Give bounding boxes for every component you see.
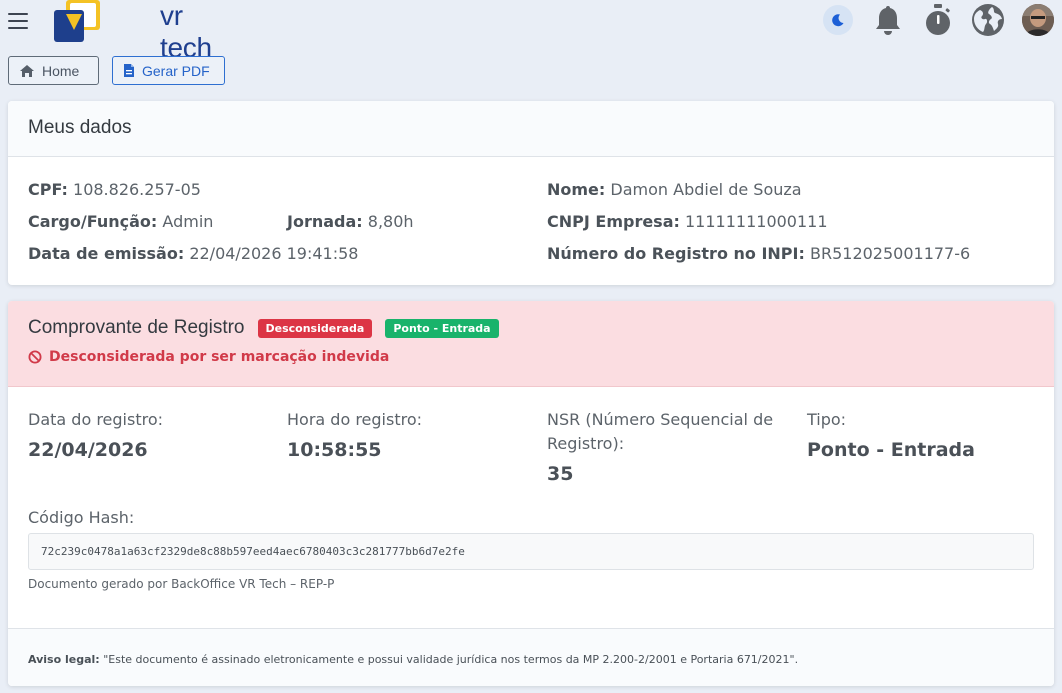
hora-registro-value: 10:58:55: [287, 439, 382, 461]
legal-notice: Aviso legal: "Este documento é assinado …: [8, 628, 1054, 686]
jornada-value: 8,80h: [367, 212, 414, 231]
cnpj-value: 11111111000111: [685, 212, 828, 231]
warning-text: Desconsiderada por ser marcação indevida: [49, 349, 390, 365]
data-registro-label: Data do registro:: [28, 410, 164, 429]
nome-value: Damon Abdiel de Souza: [610, 180, 802, 199]
inpi-field: Número do Registro no INPI: BR5120250011…: [547, 244, 970, 263]
top-bar: vr tech: [0, 0, 1062, 63]
hash-field[interactable]: 72c239c0478a1a63cf2329de8c88b597eed4aec6…: [28, 533, 1034, 570]
stopwatch-icon: [926, 4, 950, 35]
generate-pdf-button[interactable]: Gerar PDF: [112, 56, 225, 85]
aviso-label: Aviso legal:: [28, 653, 100, 666]
cnpj-label: CNPJ Empresa:: [547, 212, 680, 231]
emissao-label: Data de emissão:: [28, 244, 185, 263]
hash-label: Código Hash:: [28, 508, 135, 527]
home-icon: [20, 64, 34, 77]
cpf-field: CPF: 108.826.257-05: [28, 180, 201, 199]
nsr-value: 35: [547, 463, 574, 485]
meus-dados-header: Meus dados: [8, 101, 1054, 157]
comprovante-header: Comprovante de Registro Desconsiderada P…: [8, 301, 1054, 387]
generate-pdf-label: Gerar PDF: [142, 62, 210, 79]
moon-icon: [832, 14, 844, 27]
logo-text: vr tech: [160, 0, 212, 63]
nome-label: Nome:: [547, 180, 606, 199]
nome-field: Nome: Damon Abdiel de Souza: [547, 180, 802, 199]
user-menu[interactable]: [1020, 2, 1056, 38]
cpf-value: 108.826.257-05: [73, 180, 201, 199]
cargo-field: Cargo/Função: Admin: [28, 212, 213, 231]
language-button[interactable]: [970, 2, 1006, 38]
menu-icon[interactable]: [8, 13, 28, 29]
comprovante-card: Comprovante de Registro Desconsiderada P…: [8, 301, 1054, 686]
warning-message: Desconsiderada por ser marcação indevida: [28, 349, 1034, 365]
cargo-label: Cargo/Função:: [28, 212, 158, 231]
aviso-text: "Este documento é assinado eletronicamen…: [103, 653, 799, 666]
generated-by-text: Documento gerado por BackOffice VR Tech …: [28, 577, 335, 591]
jornada-field: Jornada: 8,80h: [287, 212, 414, 231]
tipo-label: Tipo:: [807, 410, 847, 429]
notifications-button[interactable]: [870, 2, 906, 38]
theme-toggle[interactable]: [820, 2, 856, 38]
logo-icon: [54, 0, 100, 42]
jornada-label: Jornada:: [287, 212, 363, 231]
cpf-label: CPF:: [28, 180, 68, 199]
emissao-field: Data de emissão: 22/04/2026 19:41:58: [28, 244, 358, 263]
emissao-value: 22/04/2026 19:41:58: [189, 244, 359, 263]
home-button[interactable]: Home: [8, 56, 99, 85]
inpi-label: Número do Registro no INPI:: [547, 244, 805, 263]
avatar: [1022, 4, 1054, 36]
meus-dados-title: Meus dados: [28, 117, 132, 138]
comprovante-title: Comprovante de Registro: [28, 317, 245, 338]
tipo-value: Ponto - Entrada: [807, 439, 975, 461]
home-button-label: Home: [42, 62, 80, 79]
tipo-badge: Ponto - Entrada: [385, 318, 499, 338]
data-registro-value: 22/04/2026: [28, 439, 148, 461]
nsr-label-line2: Registro):: [547, 434, 625, 453]
cnpj-field: CNPJ Empresa: 11111111000111: [547, 212, 828, 231]
timer-button[interactable]: [920, 2, 956, 38]
bell-icon: [876, 6, 900, 35]
status-badge: Desconsiderada: [257, 318, 373, 338]
meus-dados-card: Meus dados CPF: 108.826.257-05 Nome: Dam…: [8, 101, 1054, 285]
nsr-label-line1: NSR (Número Sequencial de: [547, 410, 774, 429]
hora-registro-label: Hora do registro:: [287, 410, 423, 429]
ban-icon: [28, 350, 42, 364]
cargo-value: Admin: [162, 212, 214, 231]
logo[interactable]: vr tech: [52, 0, 212, 63]
pdf-file-icon: [124, 64, 134, 77]
inpi-value: BR512025001177-6: [809, 244, 971, 263]
globe-icon: [972, 4, 1004, 36]
